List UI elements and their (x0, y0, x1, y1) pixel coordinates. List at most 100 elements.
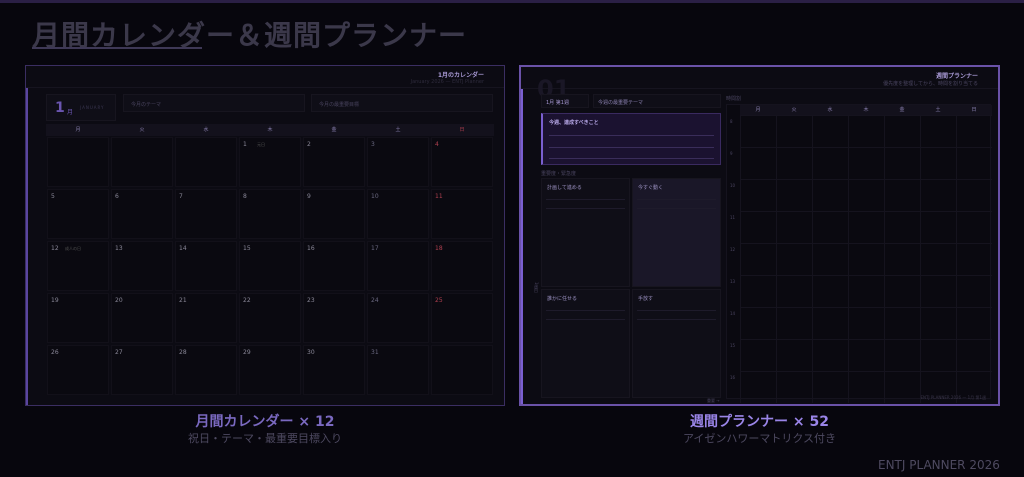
schedule-slot[interactable] (776, 243, 812, 275)
calendar-day-cell[interactable]: 20 (111, 293, 173, 343)
schedule-slot[interactable] (740, 243, 776, 275)
calendar-day-cell[interactable]: 14 (175, 241, 237, 291)
schedule-slot[interactable] (848, 371, 884, 403)
calendar-day-cell[interactable]: 15 (239, 241, 301, 291)
schedule-slot[interactable] (740, 147, 776, 179)
calendar-day-cell[interactable]: 28 (175, 345, 237, 395)
schedule-slot[interactable] (884, 371, 920, 403)
schedule-slot[interactable] (920, 243, 956, 275)
goal-field[interactable]: 今月の最重要目標 (311, 94, 493, 112)
theme-field[interactable]: 今月のテーマ (123, 94, 305, 112)
schedule-slot[interactable] (812, 339, 848, 371)
schedule-slot[interactable] (848, 339, 884, 371)
calendar-day-cell[interactable] (111, 137, 173, 187)
schedule-slot[interactable] (956, 339, 992, 371)
schedule-slot[interactable] (740, 115, 776, 147)
calendar-day-cell[interactable]: 1 元日 (239, 137, 301, 187)
weekly-planner-preview[interactable]: 週間プランナー 優先度を整理してから、時間を割り当てる 01 1月 第1週 今週… (519, 65, 1000, 406)
schedule-slot[interactable] (776, 147, 812, 179)
schedule-slot[interactable] (956, 275, 992, 307)
calendar-day-cell[interactable]: 9 (303, 189, 365, 239)
calendar-day-cell[interactable]: 13 (111, 241, 173, 291)
schedule-slot[interactable] (956, 243, 992, 275)
schedule-slot[interactable] (956, 147, 992, 179)
calendar-day-cell[interactable]: 26 (47, 345, 109, 395)
schedule-slot[interactable] (848, 211, 884, 243)
calendar-day-cell[interactable]: 24 (367, 293, 429, 343)
schedule-slot[interactable] (920, 339, 956, 371)
schedule-slot[interactable] (884, 275, 920, 307)
schedule-slot[interactable] (956, 115, 992, 147)
calendar-day-cell[interactable]: 21 (175, 293, 237, 343)
schedule-slot[interactable] (812, 307, 848, 339)
schedule-slot[interactable] (776, 179, 812, 211)
calendar-day-cell[interactable]: 22 (239, 293, 301, 343)
schedule-slot[interactable] (740, 275, 776, 307)
schedule-slot[interactable] (848, 243, 884, 275)
week-theme-field[interactable]: 今週の最重要テーマ (593, 94, 721, 108)
calendar-day-cell[interactable]: 10 (367, 189, 429, 239)
calendar-day-cell[interactable]: 3 (367, 137, 429, 187)
schedule-slot[interactable] (812, 115, 848, 147)
schedule-slot[interactable] (740, 339, 776, 371)
schedule-slot[interactable] (848, 147, 884, 179)
schedule-slot[interactable] (884, 339, 920, 371)
schedule-slot[interactable] (776, 115, 812, 147)
calendar-day-cell[interactable]: 11 (431, 189, 493, 239)
schedule-slot[interactable] (812, 147, 848, 179)
schedule-slot[interactable] (776, 307, 812, 339)
schedule-slot[interactable] (956, 211, 992, 243)
schedule-slot[interactable] (884, 115, 920, 147)
calendar-day-cell[interactable]: 12 成人の日 (47, 241, 109, 291)
schedule-slot[interactable] (812, 211, 848, 243)
calendar-day-cell[interactable]: 2 (303, 137, 365, 187)
schedule-slot[interactable] (920, 179, 956, 211)
matrix-quadrant[interactable]: 手放す (632, 289, 721, 398)
calendar-day-cell[interactable]: 7 (175, 189, 237, 239)
schedule-slot[interactable] (884, 243, 920, 275)
schedule-slot[interactable] (920, 307, 956, 339)
calendar-day-cell[interactable]: 19 (47, 293, 109, 343)
schedule-slot[interactable] (740, 211, 776, 243)
calendar-day-cell[interactable] (47, 137, 109, 187)
schedule-slot[interactable] (956, 307, 992, 339)
schedule-slot[interactable] (740, 179, 776, 211)
schedule-slot[interactable] (920, 275, 956, 307)
schedule-slot[interactable] (740, 371, 776, 403)
monthly-calendar-preview[interactable]: 1月のカレンダー January 2026 — ENTJ Planner 1 月… (25, 65, 505, 406)
schedule-slot[interactable] (920, 147, 956, 179)
schedule-slot[interactable] (776, 275, 812, 307)
matrix-quadrant[interactable]: 計画して進める (541, 178, 630, 287)
schedule-slot[interactable] (812, 243, 848, 275)
calendar-day-cell[interactable]: 27 (111, 345, 173, 395)
calendar-day-cell[interactable]: 18 (431, 241, 493, 291)
matrix-quadrant[interactable]: 誰かに任せる (541, 289, 630, 398)
schedule-slot[interactable] (920, 115, 956, 147)
calendar-day-cell[interactable]: 4 (431, 137, 493, 187)
calendar-day-cell[interactable]: 5 (47, 189, 109, 239)
calendar-day-cell[interactable]: 30 (303, 345, 365, 395)
matrix-quadrant[interactable]: 今すぐ動く (632, 178, 721, 287)
calendar-day-cell[interactable]: 17 (367, 241, 429, 291)
schedule-slot[interactable] (884, 179, 920, 211)
schedule-slot[interactable] (884, 307, 920, 339)
schedule-slot[interactable] (956, 179, 992, 211)
schedule-slot[interactable] (812, 179, 848, 211)
calendar-day-cell[interactable]: 29 (239, 345, 301, 395)
calendar-day-cell[interactable]: 23 (303, 293, 365, 343)
schedule-slot[interactable] (776, 339, 812, 371)
calendar-day-cell[interactable]: 6 (111, 189, 173, 239)
schedule-slot[interactable] (848, 115, 884, 147)
schedule-slot[interactable] (920, 211, 956, 243)
schedule-slot[interactable] (776, 371, 812, 403)
calendar-day-cell[interactable] (431, 345, 493, 395)
schedule-slot[interactable] (884, 147, 920, 179)
schedule-slot[interactable] (740, 307, 776, 339)
schedule-slot[interactable] (812, 371, 848, 403)
schedule-slot[interactable] (812, 275, 848, 307)
weekly-goal-box[interactable]: 今週、達成すべきこと (541, 113, 721, 165)
schedule-slot[interactable] (848, 275, 884, 307)
schedule-slot[interactable] (884, 211, 920, 243)
schedule-slot[interactable] (848, 179, 884, 211)
calendar-day-cell[interactable]: 16 (303, 241, 365, 291)
